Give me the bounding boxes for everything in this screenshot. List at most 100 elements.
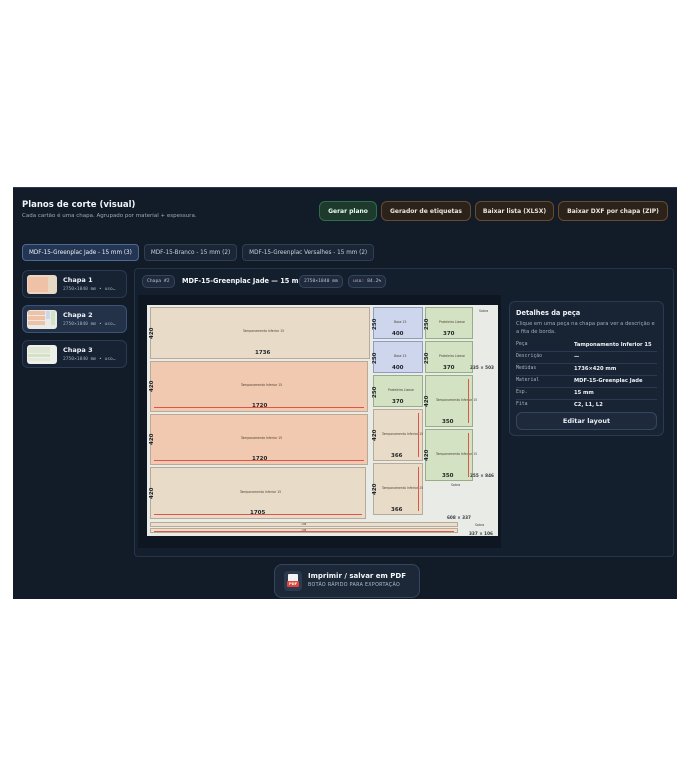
sheet-usage-chip: uso: 84.2% [348, 275, 387, 288]
sheet-card-1[interactable]: Chapa 1 2750×1840 mm • uso… [22, 270, 127, 298]
piece-width: 370 [443, 331, 455, 337]
sheet-title: MDF-15-Greenplac Jade — 15 mm [182, 277, 306, 285]
tab-branco[interactable]: MDF-15-Branco - 15 mm (2) [143, 244, 238, 261]
piece-height: 250 [372, 318, 378, 330]
download-dxf-button[interactable]: Baixar DXF por chapa (ZIP) [558, 201, 668, 221]
piece-prateleira-2[interactable]: Prateleira Lixeue 370 250 [424, 341, 473, 373]
pdf-badge: PDF [287, 581, 299, 587]
scrap-label: Sobra [451, 483, 461, 487]
page-subtitle: Cada cartão é uma chapa. Agrupado por ma… [22, 213, 197, 219]
edge-band-marker [154, 407, 364, 408]
piece-height: 250 [372, 386, 378, 398]
piece-label: Prateleira Lixeue [439, 320, 465, 324]
cut-plans-app: Planos de corte (visual) Cada cartão é u… [13, 187, 677, 599]
piece-width: 400 [392, 365, 404, 371]
piece-width: 350 [442, 473, 454, 479]
piece-label: Prateleira Lixeue [388, 388, 414, 392]
piece-width: 350 [442, 419, 454, 425]
piece-width: 370 [443, 365, 455, 371]
piece-tamponamento-8[interactable]: Tamponamento Inferior 15 366 420 [372, 463, 423, 515]
detail-row: Material MDF-15-Greenplac Jade [516, 376, 657, 388]
sheet-number-chip: Chapa #2 [142, 275, 175, 288]
piece-height: 250 [372, 352, 378, 364]
scrap-dimension: 255 × 846 [470, 473, 494, 478]
sheet-name: Chapa 3 [63, 346, 93, 354]
sheet-card-3[interactable]: Chapa 3 2750×1840 mm • uso… [22, 340, 127, 368]
detail-value: 1736×420 mm [574, 366, 617, 372]
sheet-size-chip: 2750×1840 mm [299, 275, 343, 288]
scrap-dimension: 235 × 503 [470, 365, 494, 370]
detail-value: Tamponamento Inferior 15 [574, 342, 652, 348]
piece-label: Prateleira Lixeue [439, 354, 465, 358]
sheet-thumbnail [27, 275, 57, 294]
sheet-thumbnail [27, 345, 57, 364]
detail-value: 15 mm [574, 390, 594, 396]
piece-tamponamento-1[interactable]: Tamponamento Inferior 15 1736 420 [149, 307, 370, 359]
sheet-meta: 2750×1840 mm • uso… [63, 287, 116, 292]
sheet-name: Chapa 2 [63, 311, 93, 319]
detail-value: — [574, 354, 580, 360]
piece-height: 420 [149, 433, 155, 445]
sheet-panel: Chapa #2 MDF-15-Greenplac Jade — 15 mm 2… [134, 268, 674, 557]
piece-label: ≈88 [301, 523, 307, 526]
piece-label: Tamponamento Inferior 15 [241, 436, 283, 440]
detail-key: Medidas [516, 366, 537, 371]
piece-tamponamento-6[interactable]: Tamponamento Inferior 15 350 420 [424, 429, 477, 481]
pdf-icon: PDF [284, 571, 302, 591]
generate-plan-button[interactable]: Gerar plano [319, 201, 377, 221]
piece-width: 366 [391, 507, 403, 513]
piece-base-1[interactable]: Base 15 400 250 [372, 307, 423, 339]
piece-base-2[interactable]: Base 15 400 250 [372, 341, 423, 373]
piece-prateleira-1[interactable]: Prateleira Lixeue 370 250 [424, 307, 473, 339]
piece-tamponamento-5[interactable]: Tamponamento Inferior 15 350 420 [424, 375, 477, 427]
detail-row: Medidas 1736×420 mm [516, 364, 657, 376]
piece-width: 400 [392, 331, 404, 337]
sheet-card-2[interactable]: Chapa 2 2750×1840 mm • uso… [22, 305, 127, 333]
piece-height: 420 [149, 327, 155, 339]
sheet-list: Chapa 1 2750×1840 mm • uso… Chapa 2 2750… [22, 270, 127, 375]
piece-tamponamento-7[interactable]: Tamponamento Inferior 15 366 420 [372, 409, 424, 461]
edge-band-marker [154, 514, 362, 515]
download-xlsx-button[interactable]: Baixar lista (XLSX) [475, 201, 554, 221]
detail-key: Descrição [516, 354, 542, 359]
piece-label: Tamponamento Inferior 15 [436, 398, 478, 402]
piece-height: 420 [149, 380, 155, 392]
piece-tamponamento-2[interactable]: Tamponamento Inferior 15 1720 420 [149, 361, 368, 412]
piece-width: 1736 [255, 350, 271, 356]
piece-details-card: Detalhes da peça Clique em uma peça na c… [509, 301, 664, 436]
edge-band-marker [154, 531, 454, 532]
piece-tamponamento-4[interactable]: Tamponamento Inferior 15 1705 420 [149, 467, 366, 519]
print-title: Imprimir / salvar em PDF [308, 572, 407, 580]
piece-height: 420 [372, 429, 378, 441]
piece-label: Tamponamento Inferior 15 [382, 432, 424, 436]
material-tabs: MDF-15-Greenplac Jade - 15 mm (3) MDF-15… [22, 244, 375, 261]
piece-width: 1720 [252, 403, 268, 409]
sheet-meta: 2750×1840 mm • uso… [63, 357, 116, 362]
detail-value: MDF-15-Greenplac Jade [574, 378, 643, 384]
detail-value: C2, L1, L2 [574, 402, 603, 408]
print-pdf-button[interactable]: PDF Imprimir / salvar em PDF BOTÃO RÁPID… [274, 564, 420, 598]
piece-tamponamento-3[interactable]: Tamponamento Inferior 15 1720 420 [149, 414, 368, 465]
piece-width: 370 [392, 399, 404, 405]
cutting-board: Tamponamento Inferior 15 1736 420 Tampon… [147, 305, 498, 536]
edit-layout-button[interactable]: Editar layout [516, 412, 657, 430]
piece-label: Base 15 [394, 320, 407, 324]
page-title: Planos de corte (visual) [22, 200, 136, 210]
detail-key: Peça [516, 342, 528, 347]
scrap-label: Sobra [475, 523, 485, 527]
piece-width: 366 [391, 453, 403, 459]
piece-label: Tamponamento Inferior 15 [240, 490, 282, 494]
edge-band-marker [468, 379, 469, 423]
detail-key: Esp. [516, 390, 528, 395]
piece-height: 250 [424, 352, 430, 364]
detail-row: Fita C2, L1, L2 [516, 400, 657, 411]
label-generator-button[interactable]: Gerador de etiquetas [381, 201, 471, 221]
detail-row: Peça Tamponamento Inferior 15 [516, 340, 657, 352]
cutting-board-area: Tamponamento Inferior 15 1736 420 Tampon… [138, 295, 501, 548]
strip-piece-1[interactable]: ≈88 [150, 522, 458, 527]
piece-prateleira-3[interactable]: Prateleira Lixeue 370 250 [372, 375, 423, 407]
strip-piece-2[interactable]: ≈88 [150, 528, 458, 533]
tab-greenplac-versalhes[interactable]: MDF-15-Greenplac Versalhes - 15 mm (2) [242, 244, 375, 261]
tab-greenplac-jade[interactable]: MDF-15-Greenplac Jade - 15 mm (3) [22, 244, 139, 261]
piece-height: 420 [372, 483, 378, 495]
